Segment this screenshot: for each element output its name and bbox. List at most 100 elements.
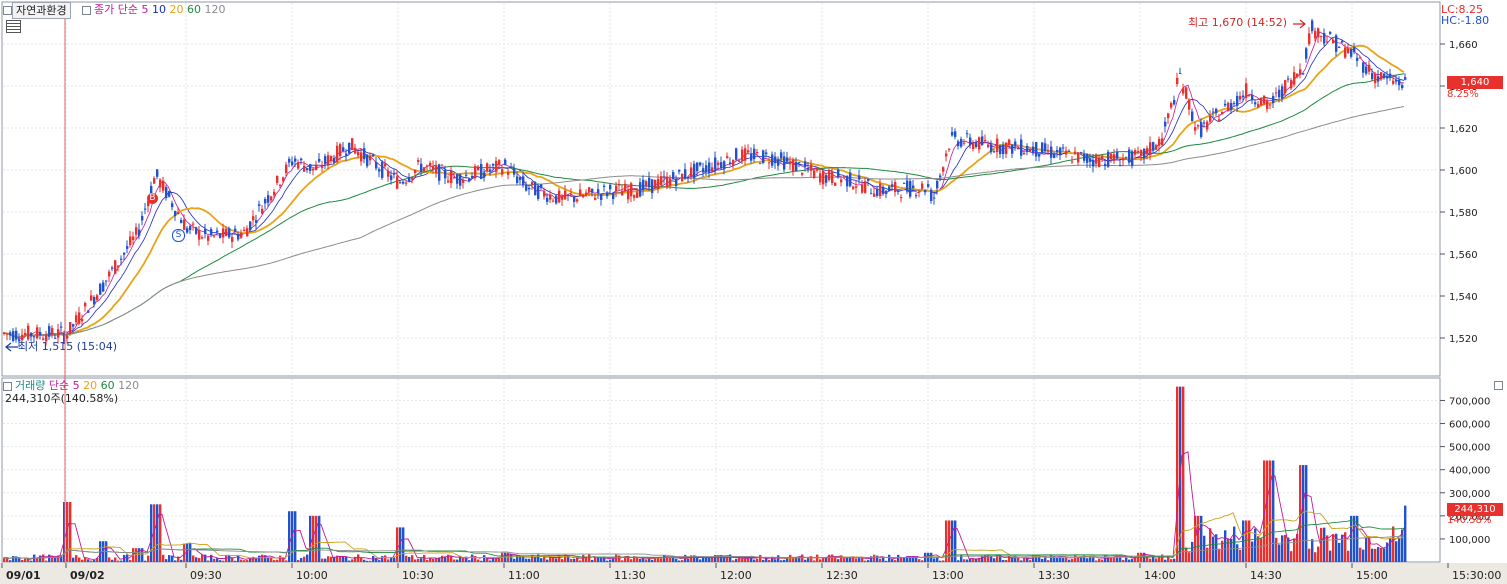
candle-body <box>69 322 72 334</box>
volume-tick-label: 500,000 <box>1449 443 1490 454</box>
candle-body <box>354 147 357 154</box>
candle-body <box>24 332 27 336</box>
candle-body <box>666 176 669 188</box>
volume-bar <box>240 559 243 562</box>
volume-bar <box>645 559 648 562</box>
candle-body <box>420 163 423 172</box>
volume-bar <box>228 554 231 562</box>
volume-bar <box>147 555 150 562</box>
candle-body <box>810 164 813 171</box>
volume-panel-menu-icon[interactable] <box>3 382 12 391</box>
volume-bar <box>807 557 810 562</box>
volume-bar <box>1227 538 1230 562</box>
candle-body <box>321 166 324 168</box>
candle-body <box>282 177 285 181</box>
candle-body <box>1275 92 1278 94</box>
candle-body <box>1170 103 1173 108</box>
candle-body <box>228 228 231 238</box>
volume-bar <box>303 556 306 562</box>
volume-bar <box>1113 557 1116 562</box>
candle-body <box>1167 113 1170 119</box>
candle-body <box>1362 62 1365 73</box>
volume-panel-collapse-icon[interactable] <box>1494 381 1503 390</box>
candle-body <box>1257 104 1260 107</box>
candle-body <box>363 148 366 160</box>
candle-body <box>1107 151 1110 167</box>
volume-bar <box>1062 557 1065 562</box>
candle-body <box>654 179 657 189</box>
volume-bar <box>339 556 342 562</box>
time-tick-label: 09/02 <box>70 569 105 582</box>
volume-bar <box>1071 558 1074 562</box>
candle-body <box>1263 95 1266 104</box>
volume-bar <box>480 560 483 562</box>
legend-toggle-icon[interactable] <box>82 6 91 15</box>
candle-body <box>696 162 699 172</box>
candle-body <box>1383 73 1386 78</box>
volume-bar <box>612 558 615 562</box>
time-tick-label: 11:00 <box>508 569 540 582</box>
volume-bar <box>75 555 78 562</box>
candle-body <box>1317 28 1320 38</box>
volume-bar <box>315 515 318 562</box>
candle-body <box>261 208 264 214</box>
candle-body <box>909 181 912 197</box>
candle-body <box>324 156 327 164</box>
candle-body <box>189 226 192 231</box>
candle-body <box>222 228 225 238</box>
candle-body <box>777 159 780 166</box>
volume-bar <box>1284 534 1287 562</box>
volume-bar <box>735 558 738 562</box>
candle-body <box>225 228 228 236</box>
candle-body <box>858 175 861 180</box>
candle-body <box>378 169 381 172</box>
volume-bar <box>1044 557 1047 562</box>
price-panel[interactable] <box>1 1 1441 377</box>
candle-body <box>1404 77 1407 80</box>
time-tick-label: 12:30 <box>826 569 858 582</box>
volume-bar <box>90 560 93 562</box>
candle-body <box>9 332 12 336</box>
volume-bar <box>456 559 459 562</box>
volume-bar <box>1260 538 1263 562</box>
volume-bar <box>1197 515 1200 562</box>
volume-bar <box>768 559 771 562</box>
candle-body <box>369 156 372 161</box>
candle-body <box>1128 149 1131 163</box>
volume-bar <box>45 560 48 562</box>
candle-body <box>1272 96 1275 104</box>
stock-name-button[interactable]: 자연과환경 <box>12 2 71 19</box>
volume-bar <box>849 557 852 562</box>
grid-table-icon[interactable] <box>6 20 21 33</box>
candle-body <box>288 158 291 163</box>
ma-5-label: 5 <box>141 3 149 16</box>
price-panel-menu-icon[interactable] <box>3 6 12 15</box>
candle-body <box>876 188 879 196</box>
candle-body <box>741 149 744 161</box>
volume-bar <box>726 557 729 562</box>
candle-body <box>177 212 180 215</box>
candle-body <box>753 148 756 160</box>
candle-body <box>1062 147 1065 149</box>
candle-body <box>267 195 270 203</box>
volume-bar <box>528 558 531 562</box>
volume-bar <box>1317 546 1320 562</box>
price-tick-label: 1,580 <box>1449 208 1478 219</box>
volume-bar <box>255 558 258 562</box>
candle-body <box>627 189 630 200</box>
stock-chart[interactable]: 1,520 1,540 1,560 1,580 1,600 1,620 1,640 1,660… <box>0 0 1507 584</box>
candle-body <box>759 163 762 165</box>
volume-bar <box>1377 547 1380 562</box>
candle-body <box>1392 80 1395 84</box>
candle-body <box>573 196 576 202</box>
candle-body <box>1047 150 1050 152</box>
hc-label: HC:-1.80 <box>1441 14 1490 27</box>
candle-body <box>711 167 714 172</box>
candle-body <box>357 151 360 156</box>
volume-bar <box>1101 559 1104 562</box>
candle-body <box>1293 72 1296 85</box>
volume-bar <box>867 560 870 562</box>
volume-bar <box>324 558 327 562</box>
price-tick-label: 1,660 <box>1449 40 1478 51</box>
candle-body <box>744 148 747 161</box>
